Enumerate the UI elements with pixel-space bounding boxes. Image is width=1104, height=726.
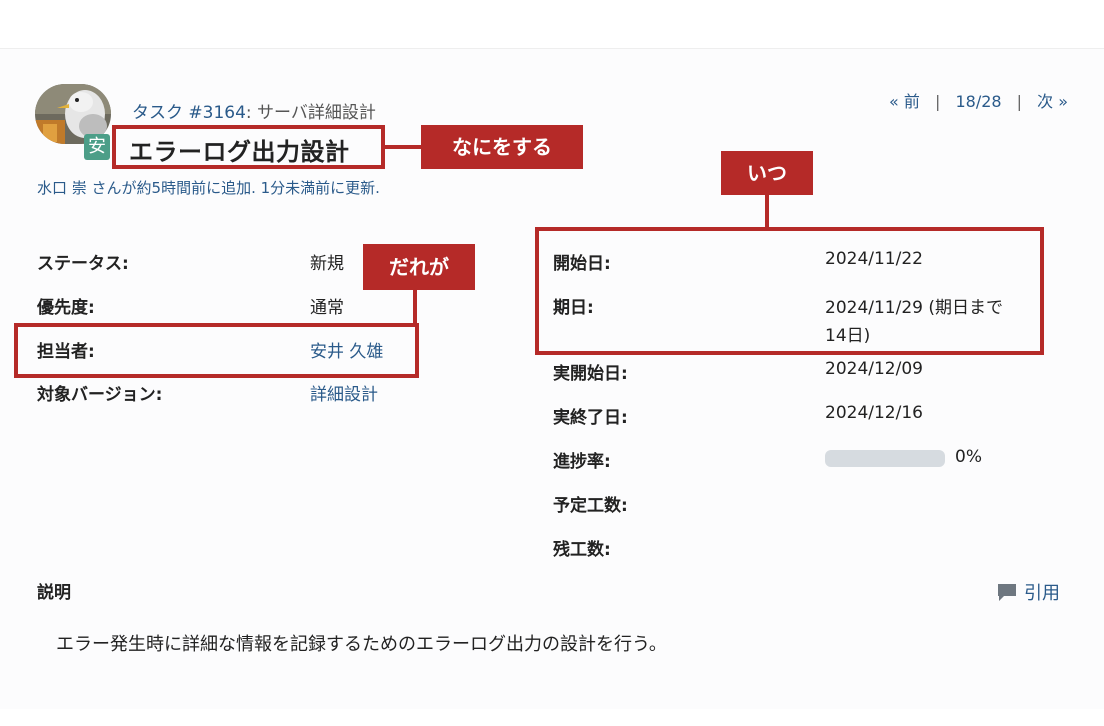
status-label: ステータス: (37, 254, 129, 274)
estimated-hours-label: 予定工数: (553, 496, 628, 516)
when-connector (765, 195, 769, 228)
issue-navigation: « 前 | 18/28 | 次 » (889, 88, 1068, 112)
actual-end-label: 実終了日: (553, 408, 628, 428)
remaining-hours-label: 残工数: (553, 540, 611, 560)
nav-separator: | (1016, 92, 1023, 111)
when-annotation-tag: いつ (721, 151, 813, 195)
progress-label: 進捗率: (553, 452, 611, 472)
progress-bar (825, 450, 945, 467)
avatar-badge: 安 (84, 134, 110, 160)
author-line: 水口 崇 さんが約5時間前に追加. 1分未満前に更新. (37, 179, 380, 197)
description-text: エラー発生時に詳細な情報を記録するためのエラーログ出力の設計を行う。 (56, 634, 667, 655)
parent-task-link[interactable]: タスク #3164 (132, 103, 246, 123)
who-highlight-box (14, 323, 419, 378)
parent-task-subject: : サーバ詳細設計 (245, 103, 376, 123)
nav-separator: | (934, 92, 941, 111)
nav-position: 18/28 (955, 92, 1002, 111)
target-version-label: 対象バージョン: (37, 385, 163, 405)
what-annotation-tag: なにをする (421, 125, 583, 169)
next-link[interactable]: 次 » (1037, 92, 1068, 111)
when-highlight-box (535, 227, 1044, 355)
who-annotation-tag: だれが (363, 244, 475, 290)
target-version-link[interactable]: 詳細設計 (310, 380, 378, 405)
actual-start-label: 実開始日: (553, 364, 628, 384)
description-label: 説明 (37, 583, 71, 603)
what-highlight-box (112, 125, 385, 169)
who-connector (413, 290, 417, 324)
issue-page: 安 タスク #3164: サーバ詳細設計 エラーログ出力設計 水口 崇 さんが約… (0, 0, 1104, 726)
quote-button[interactable]: 引用 (996, 579, 1060, 605)
progress-value: 0% (955, 447, 982, 467)
priority-value: 通常 (310, 298, 344, 318)
what-connector (385, 145, 421, 149)
parent-task-line: タスク #3164: サーバ詳細設計 (132, 98, 376, 123)
priority-label: 優先度: (37, 298, 95, 318)
status-value: 新規 (310, 254, 344, 274)
prev-link[interactable]: « 前 (889, 92, 920, 111)
comment-icon (998, 584, 1016, 601)
actual-end-value: 2024/12/16 (825, 403, 923, 423)
actual-start-value: 2024/12/09 (825, 359, 923, 379)
quote-label: 引用 (1024, 583, 1060, 604)
